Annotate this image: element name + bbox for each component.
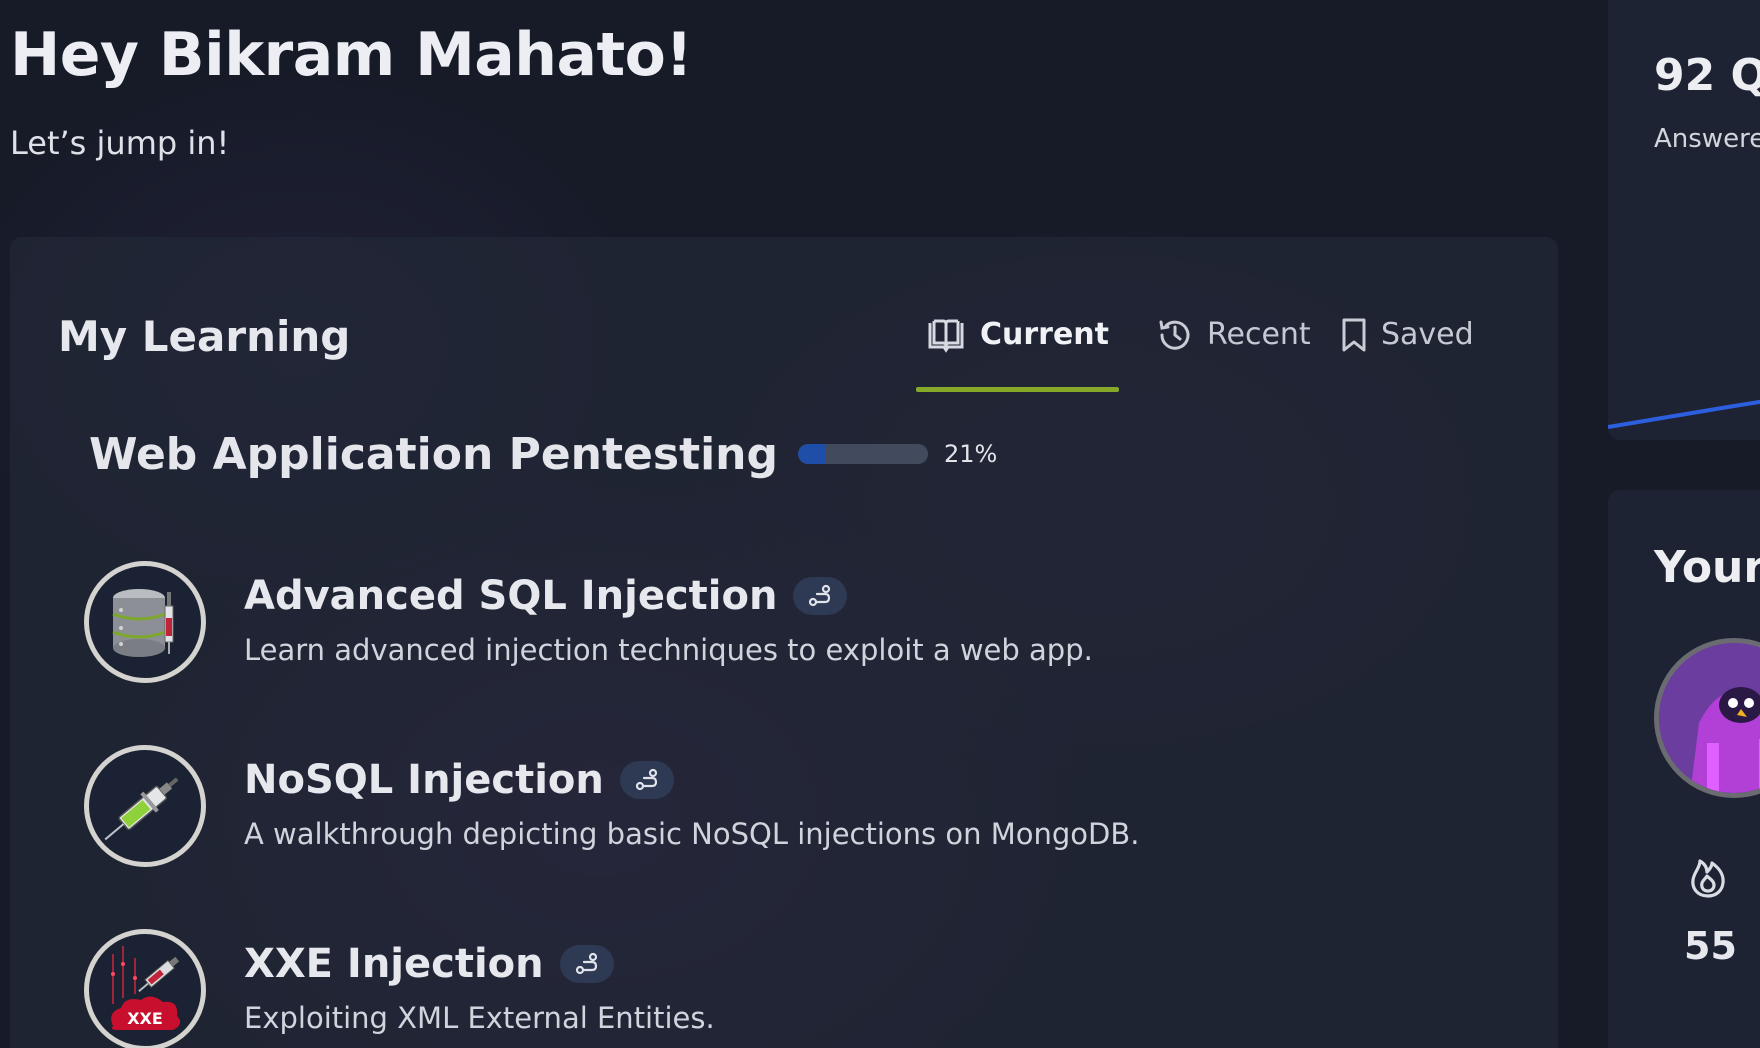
greeting-subtitle: Let’s jump in! bbox=[10, 124, 230, 162]
streak-count: 55 bbox=[1684, 924, 1737, 968]
xxe-icon-text: XXE bbox=[127, 1009, 163, 1028]
room-title: Advanced SQL Injection bbox=[244, 573, 778, 619]
room-description: Learn advanced injection techniques to e… bbox=[244, 633, 1093, 667]
room-item[interactable]: Advanced SQL Injection Learn advanced in… bbox=[84, 561, 1284, 685]
tab-recent[interactable]: Recent bbox=[1157, 315, 1311, 392]
room-description: Exploiting XML External Entities. bbox=[244, 1001, 715, 1035]
profile-panel: Your 55 bbox=[1608, 490, 1760, 1048]
path-progress-label: 21% bbox=[944, 440, 998, 468]
tab-saved-label: Saved bbox=[1381, 317, 1474, 352]
questions-stats-panel: 92 Qu Answered bbox=[1608, 0, 1760, 440]
bookmark-icon bbox=[1342, 318, 1366, 352]
path-badge-icon bbox=[559, 945, 614, 983]
profile-panel-title: Your bbox=[1654, 542, 1760, 593]
room-title: NoSQL Injection bbox=[244, 757, 604, 803]
path-badge-icon bbox=[793, 577, 848, 615]
room-item[interactable]: XXE XXE Injection Exploiting XML Externa… bbox=[84, 929, 1284, 1048]
syringe-icon bbox=[84, 745, 206, 867]
book-open-icon bbox=[928, 319, 964, 353]
path-badge-icon bbox=[619, 761, 674, 799]
path-title: Web Application Pentesting bbox=[89, 428, 779, 480]
tab-recent-label: Recent bbox=[1207, 317, 1311, 352]
path-progress-bar bbox=[798, 444, 929, 464]
tab-current-label: Current bbox=[980, 317, 1110, 352]
room-title: XXE Injection bbox=[244, 941, 544, 987]
path-progress-fill bbox=[798, 444, 826, 464]
my-learning-title: My Learning bbox=[58, 312, 351, 361]
tab-current[interactable]: Current bbox=[915, 315, 1120, 392]
database-syringe-icon bbox=[84, 561, 206, 683]
history-icon bbox=[1159, 320, 1190, 350]
greeting-heading: Hey Bikram Mahato! bbox=[10, 20, 693, 90]
tab-saved[interactable]: Saved bbox=[1341, 315, 1474, 392]
xxe-cloud-icon: XXE bbox=[84, 929, 206, 1048]
learning-path[interactable]: Web Application Pentesting 21% bbox=[89, 424, 997, 484]
activity-chart-line bbox=[1608, 399, 1760, 429]
my-learning-card: My Learning Current Recent Saved Web App… bbox=[10, 237, 1558, 1048]
flame-icon bbox=[1691, 859, 1725, 898]
room-description: A walkthrough depicting basic NoSQL inje… bbox=[244, 817, 1140, 851]
avatar[interactable] bbox=[1654, 638, 1760, 798]
room-item[interactable]: NoSQL Injection A walkthrough depicting … bbox=[84, 745, 1284, 869]
